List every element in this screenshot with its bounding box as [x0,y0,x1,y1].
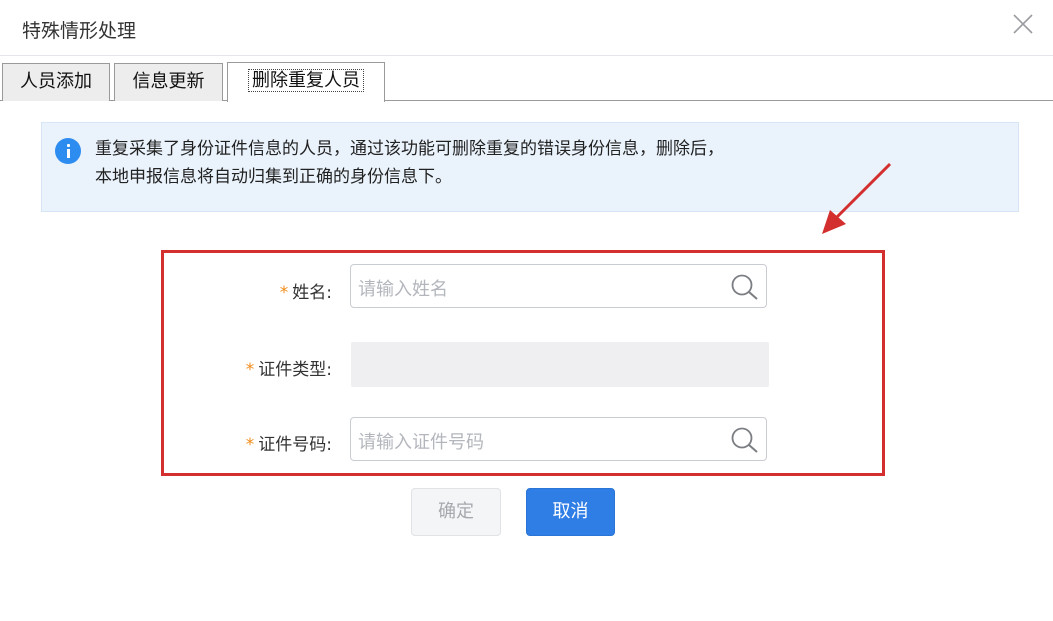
confirm-button[interactable]: 确定 [411,488,501,536]
id-number-label-text: 证件号码: [258,435,332,455]
info-text: 重复采集了身份证件信息的人员，通过该功能可删除重复的错误身份信息，删除后， 本地… [95,135,724,191]
id-number-label: * 证件号码: [152,430,332,455]
id-type-select[interactable] [351,342,769,387]
info-icon [55,138,81,164]
dialog-title: 特殊情形处理 [22,20,137,42]
tab-delete-duplicate-label: 删除重复人员 [248,69,364,92]
search-icon[interactable] [730,426,760,454]
id-type-label-text: 证件类型: [258,360,332,380]
tab-update-info[interactable]: 信息更新 [114,63,223,101]
id-number-input[interactable]: 请输入证件号码 [350,417,767,461]
tab-update-info-label: 信息更新 [132,71,205,92]
cancel-button[interactable]: 取消 [526,488,615,536]
tab-add-person[interactable]: 人员添加 [2,63,110,101]
search-icon[interactable] [730,273,760,301]
name-input[interactable]: 请输入姓名 [350,264,767,308]
id-type-label: * 证件类型: [152,355,332,380]
required-mark: * [279,283,289,303]
id-number-input-placeholder: 请输入证件号码 [358,432,484,453]
red-arrow-icon [822,162,892,234]
info-text-line1: 重复采集了身份证件信息的人员，通过该功能可删除重复的错误身份信息，删除后， [95,139,724,159]
required-mark: * [245,360,255,380]
tab-add-person-label: 人员添加 [20,71,92,92]
name-label: * 姓名: [152,278,332,303]
name-label-text: 姓名: [292,283,332,303]
required-mark: * [245,435,255,455]
tab-delete-duplicate[interactable]: 删除重复人员 [227,62,385,102]
dialog-header: 特殊情形处理 [0,0,1053,56]
name-input-placeholder: 请输入姓名 [358,279,448,300]
close-icon[interactable] [1011,12,1035,36]
tab-bar: 人员添加 信息更新 删除重复人员 [0,60,1053,102]
info-text-line2: 本地申报信息将自动归集到正确的身份信息下。 [95,167,452,187]
